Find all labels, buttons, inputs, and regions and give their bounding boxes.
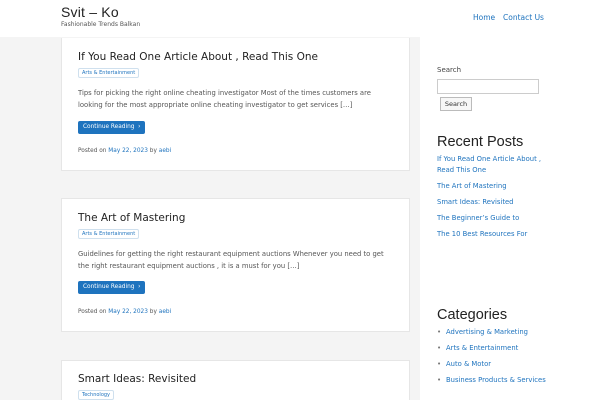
posted-on-label: Posted on <box>78 309 107 315</box>
recent-post-link[interactable]: Smart Ideas: Revisited <box>437 197 547 208</box>
category-link[interactable]: • Arts & Entertainment <box>437 343 547 354</box>
recent-posts-title: Recent Posts <box>437 134 524 150</box>
recent-post-link[interactable]: The Art of Mastering <box>437 181 547 192</box>
post-author-link[interactable]: aebi <box>159 309 171 315</box>
category-badge[interactable]: Arts & Entertainment <box>78 229 140 239</box>
recent-post-link[interactable]: If You Read One Article About , Read Thi… <box>437 154 547 176</box>
site-title[interactable]: Svit – Ko <box>61 4 119 20</box>
category-link[interactable]: • Auto & Motor <box>437 359 547 370</box>
recent-post-link[interactable]: The 10 Best Resources For <box>437 229 547 240</box>
post-date-link[interactable]: May 22, 2023 <box>108 309 148 315</box>
site-tagline: Fashionable Trends Balkan <box>61 21 141 28</box>
category-label: Auto & Motor <box>446 360 492 368</box>
chevron-right-icon: › <box>136 284 141 290</box>
search-input[interactable] <box>437 79 539 94</box>
by-label: by <box>149 148 157 154</box>
post-card: The Art of Mastering Arts & Entertainmen… <box>61 198 410 332</box>
category-link[interactable]: • Advertising & Marketing <box>437 327 547 338</box>
search-label: Search <box>437 66 462 74</box>
category-badge[interactable]: Arts & Entertainment <box>78 68 140 78</box>
category-label: Business Products & Services <box>446 376 546 384</box>
post-title[interactable]: If You Read One Article About , Read Thi… <box>78 51 318 63</box>
by-label: by <box>149 309 157 315</box>
continue-reading-button[interactable]: Continue Reading › <box>78 121 146 134</box>
post-title[interactable]: Smart Ideas: Revisited <box>78 373 196 385</box>
bullet-icon: • <box>437 360 442 368</box>
continue-reading-label: Continue Reading <box>83 124 135 130</box>
post-date-link[interactable]: May 22, 2023 <box>108 148 148 154</box>
chevron-right-icon: › <box>136 124 141 130</box>
search-button[interactable]: Search <box>440 97 472 111</box>
posted-on-label: Posted on <box>78 148 107 154</box>
nav-contact-us[interactable]: Contact Us <box>503 13 544 22</box>
post-excerpt: Tips for picking the right online cheati… <box>78 89 371 109</box>
bullet-icon: • <box>437 376 442 384</box>
site-header: Svit – Ko Fashionable Trends Balkan Home… <box>0 0 600 37</box>
post-meta: Posted on May 22, 2023 by aebi <box>78 148 171 154</box>
sidebar: Search Search Recent Posts If You Read O… <box>420 37 600 400</box>
bullet-icon: • <box>437 344 442 352</box>
category-link[interactable]: • Business Products & Services <box>437 375 547 386</box>
category-label: Advertising & Marketing <box>446 328 528 336</box>
post-card: If You Read One Article About , Read Thi… <box>61 38 410 171</box>
post-card: Smart Ideas: Revisited Technology <box>61 360 410 400</box>
bullet-icon: • <box>437 328 442 336</box>
category-label: Arts & Entertainment <box>446 344 519 352</box>
categories-title: Categories <box>437 307 508 323</box>
category-badge[interactable]: Technology <box>78 390 115 400</box>
recent-post-link[interactable]: The Beginner’s Guide to <box>437 213 547 224</box>
post-excerpt: Guidelines for getting the right restaur… <box>78 250 384 270</box>
nav-home[interactable]: Home <box>473 13 495 22</box>
post-meta: Posted on May 22, 2023 by aebi <box>78 309 171 315</box>
post-author-link[interactable]: aebi <box>159 148 171 154</box>
continue-reading-button[interactable]: Continue Reading › <box>78 281 146 294</box>
post-title[interactable]: The Art of Mastering <box>78 212 185 224</box>
continue-reading-label: Continue Reading <box>83 284 135 290</box>
